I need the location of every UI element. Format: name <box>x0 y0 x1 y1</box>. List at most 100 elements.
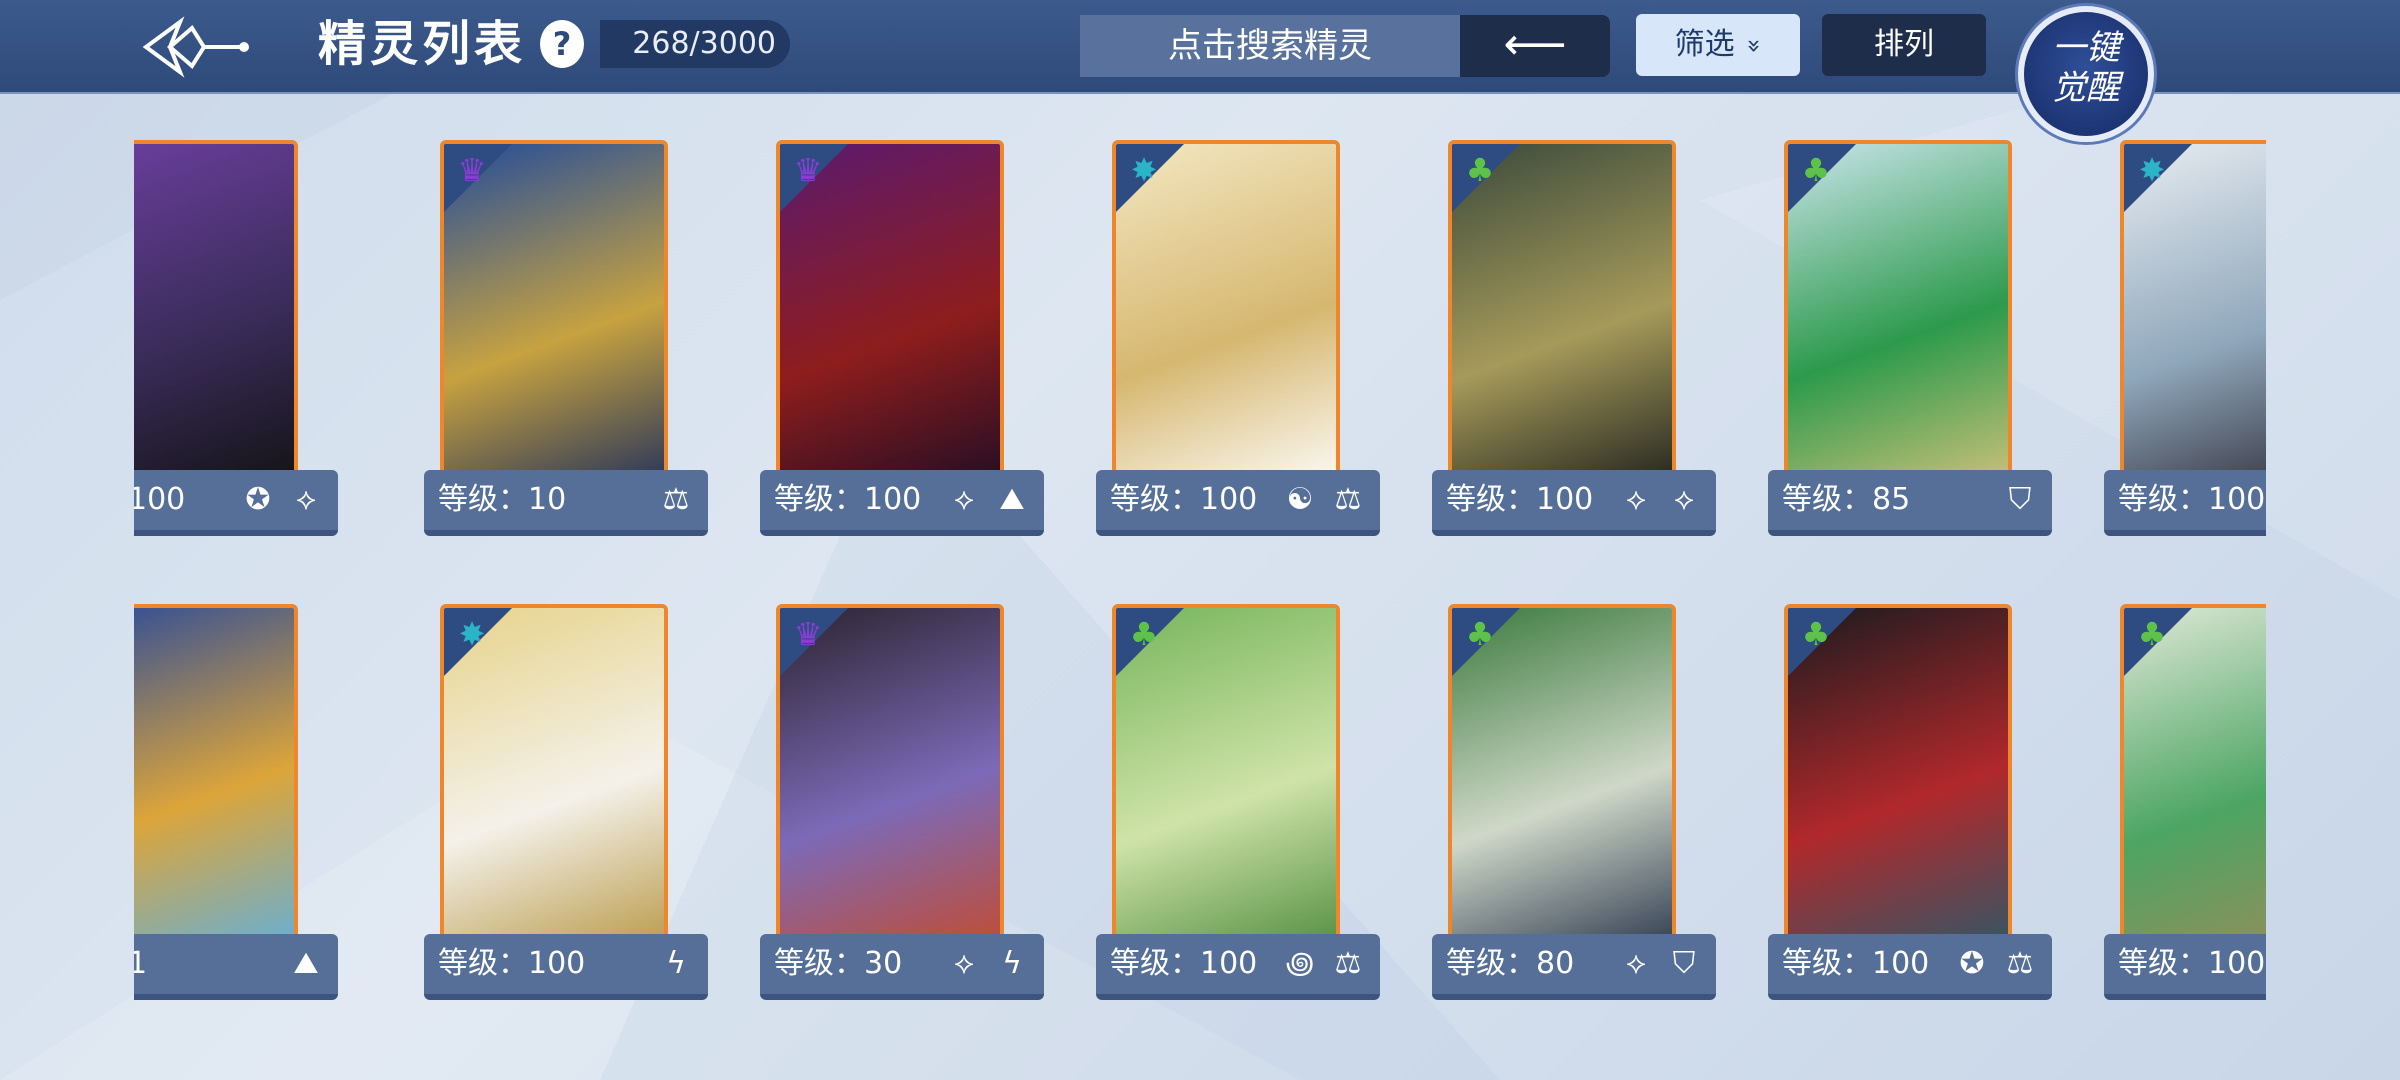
page-title: 精灵列表 <box>318 16 527 72</box>
spirit-info-bar: 等级：100 ⟡ ⟡ <box>1432 470 1716 536</box>
spirit-card[interactable]: ♛ 等级：10 ⚖ <box>424 130 740 560</box>
skill-icon: ⟡ <box>954 946 974 981</box>
spirit-info-bar: 等级：10 ⚖ <box>424 470 708 536</box>
spirit-level: 等级：85 <box>1782 482 1911 517</box>
spirit-info-bar: 等级：100 ☯ ⚖ <box>1096 470 1380 536</box>
spirit-portrait: ♛ <box>776 140 1004 500</box>
spirit-card[interactable]: ♣ 等级：100 ✪ ⚖ <box>1768 594 2084 1024</box>
skill-icon: ☯ <box>1286 482 1314 517</box>
grass-element-icon: ♣ <box>1129 615 1159 653</box>
spirit-card[interactable]: ♣ 等级：80 ⟡ ⛉ <box>1432 594 1748 1024</box>
spirit-card[interactable]: ♣ 等级：85 ⛉ <box>1768 130 2084 560</box>
sort-button[interactable]: 排列 <box>1822 14 1986 76</box>
one-click-awaken-button[interactable]: 一键 觉醒 <box>2018 6 2154 142</box>
skill-icons: ✪ ⟡ <box>238 480 326 520</box>
spirit-info-bar: 等级：100 <box>2104 470 2266 536</box>
spirit-card[interactable]: ✸ 等级：100 ☯ ⚖ <box>1096 130 1412 560</box>
skill-icons: ⟡ ⛰ <box>944 480 1032 520</box>
spirit-info-bar: 等级：85 ⛉ <box>1768 470 2052 536</box>
spirit-card[interactable]: ♣ 等级：100 <box>2104 594 2266 1024</box>
help-button[interactable]: ? <box>540 20 584 68</box>
skill-icon: ϟ <box>1002 946 1022 981</box>
skill-icons: ⚖ <box>656 480 696 520</box>
skill-icons: ⟡ ϟ <box>944 944 1032 984</box>
skill-icons: ⛰ <box>286 944 326 984</box>
grass-element-icon: ♣ <box>1801 615 1831 653</box>
spirit-portrait <box>134 604 298 964</box>
spirit-level: 等级：10 <box>438 482 567 517</box>
spirit-info-bar: 等级：100 ꩜ ⚖ <box>1096 934 1380 1000</box>
evil-element-icon: ♛ <box>457 151 487 189</box>
spirit-card[interactable]: ♛ 等级：100 ⟡ ⛰ <box>760 130 1076 560</box>
spirit-portrait: ♣ <box>1112 604 1340 964</box>
spirit-portrait: ♛ <box>440 140 668 500</box>
skill-icon: ⛰ <box>999 482 1025 517</box>
grass-element-icon: ♣ <box>1801 151 1831 189</box>
skill-icons: ☯ ⚖ <box>1280 480 1368 520</box>
skill-icon: ꩜ <box>1285 946 1315 981</box>
skill-icon: ⛉ <box>2008 482 2032 517</box>
back-arrow-button[interactable]: ⟵ <box>1460 15 1610 77</box>
skill-icon: ✪ <box>245 482 271 517</box>
skill-icon: ϟ <box>666 946 686 981</box>
spirit-level: 等级：100 <box>1110 482 1258 517</box>
spirit-level: 等级：100 <box>774 482 922 517</box>
spirit-level: 级：1 <box>134 946 148 981</box>
skill-icons: ⟡ ⟡ <box>1616 480 1704 520</box>
chevron-down-icon: » <box>1740 38 1768 54</box>
filter-button[interactable]: 筛选» <box>1636 14 1800 76</box>
spirit-portrait <box>134 140 298 500</box>
spirit-portrait: ✸ <box>2120 140 2266 500</box>
spirit-level: 等级：80 <box>1446 946 1575 981</box>
skill-icon: ⛉ <box>1672 946 1696 981</box>
spirit-logo-icon <box>142 16 249 78</box>
spirit-portrait: ✸ <box>440 604 668 964</box>
search-input[interactable]: 点击搜索精灵 <box>1080 15 1460 77</box>
spirit-portrait: ♣ <box>2120 604 2266 964</box>
spirit-card[interactable]: ♣ 等级：100 ꩜ ⚖ <box>1096 594 1412 1024</box>
spirit-info-bar: 等级：80 ⟡ ⛉ <box>1432 934 1716 1000</box>
spirit-info-bar: 等级：100 ϟ <box>424 934 708 1000</box>
skill-icon: ✪ <box>1959 946 1985 981</box>
spirit-card[interactable]: ✸ 等级：100 ϟ <box>424 594 740 1024</box>
spirit-level: 等级：30 <box>774 946 903 981</box>
spirit-info-bar: 等级：100 ⟡ ⛰ <box>760 470 1044 536</box>
top-bar: 精灵列表 268/3000 ? 点击搜索精灵 ⟵ 筛选» 排列 一键 觉醒 <box>0 0 2400 142</box>
spirit-level: 级：100 <box>134 482 186 517</box>
spirit-card[interactable]: ♛ 等级：30 ⟡ ϟ <box>760 594 1076 1024</box>
spirit-portrait: ♛ <box>776 604 1004 964</box>
spirit-art <box>134 608 294 960</box>
skill-icon: ⚖ <box>1334 482 1362 517</box>
spirit-level: 等级：100 <box>2118 482 2266 517</box>
light-element-icon: ✸ <box>458 615 486 653</box>
spirit-portrait: ♣ <box>1448 140 1676 500</box>
skill-icon: ⟡ <box>1626 482 1646 517</box>
skill-icon: ⟡ <box>954 482 974 517</box>
light-element-icon: ✸ <box>2138 151 2166 189</box>
spirit-level: 等级：100 <box>1446 482 1594 517</box>
skill-icons: ⟡ ⛉ <box>1616 944 1704 984</box>
skill-icon: ⚖ <box>662 482 690 517</box>
skill-icons: ⛉ <box>2000 480 2040 520</box>
spirit-card[interactable]: 级：100 ✪⟡ <box>134 130 370 560</box>
skill-icons: ꩜ ⚖ <box>1280 944 1368 984</box>
spirit-card[interactable]: 级：1 ⛰ <box>134 594 370 1024</box>
skill-icon: ⛰ <box>293 946 319 981</box>
light-element-icon: ✸ <box>1130 151 1158 189</box>
skill-icon: ⚖ <box>2006 946 2034 981</box>
skill-icons: ✪ ⚖ <box>1952 944 2040 984</box>
skill-icon: ⚖ <box>1334 946 1362 981</box>
spirit-portrait: ♣ <box>1448 604 1676 964</box>
spirit-card[interactable]: ♣ 等级：100 ⟡ ⟡ <box>1432 130 1748 560</box>
skill-icon: ⟡ <box>1626 946 1646 981</box>
spirit-grid: 级：100✪⟡♛等级：10⚖♛等级：100⟡⛰✸等级：100☯⚖♣等级：100⟡… <box>134 130 2266 1030</box>
awaken-label-line2: 觉醒 <box>2052 68 2120 108</box>
spirit-portrait: ♣ <box>1784 604 2012 964</box>
spirit-info-bar: 级：1 ⛰ <box>134 934 338 1000</box>
spirit-info-bar: 等级：100 <box>2104 934 2266 1000</box>
evil-element-icon: ♛ <box>793 615 823 653</box>
spirit-card[interactable]: ✸ 等级：100 <box>2104 130 2266 560</box>
grass-element-icon: ♣ <box>1465 151 1495 189</box>
spirit-level: 等级：100 <box>438 946 586 981</box>
evil-element-icon: ♛ <box>793 151 823 189</box>
